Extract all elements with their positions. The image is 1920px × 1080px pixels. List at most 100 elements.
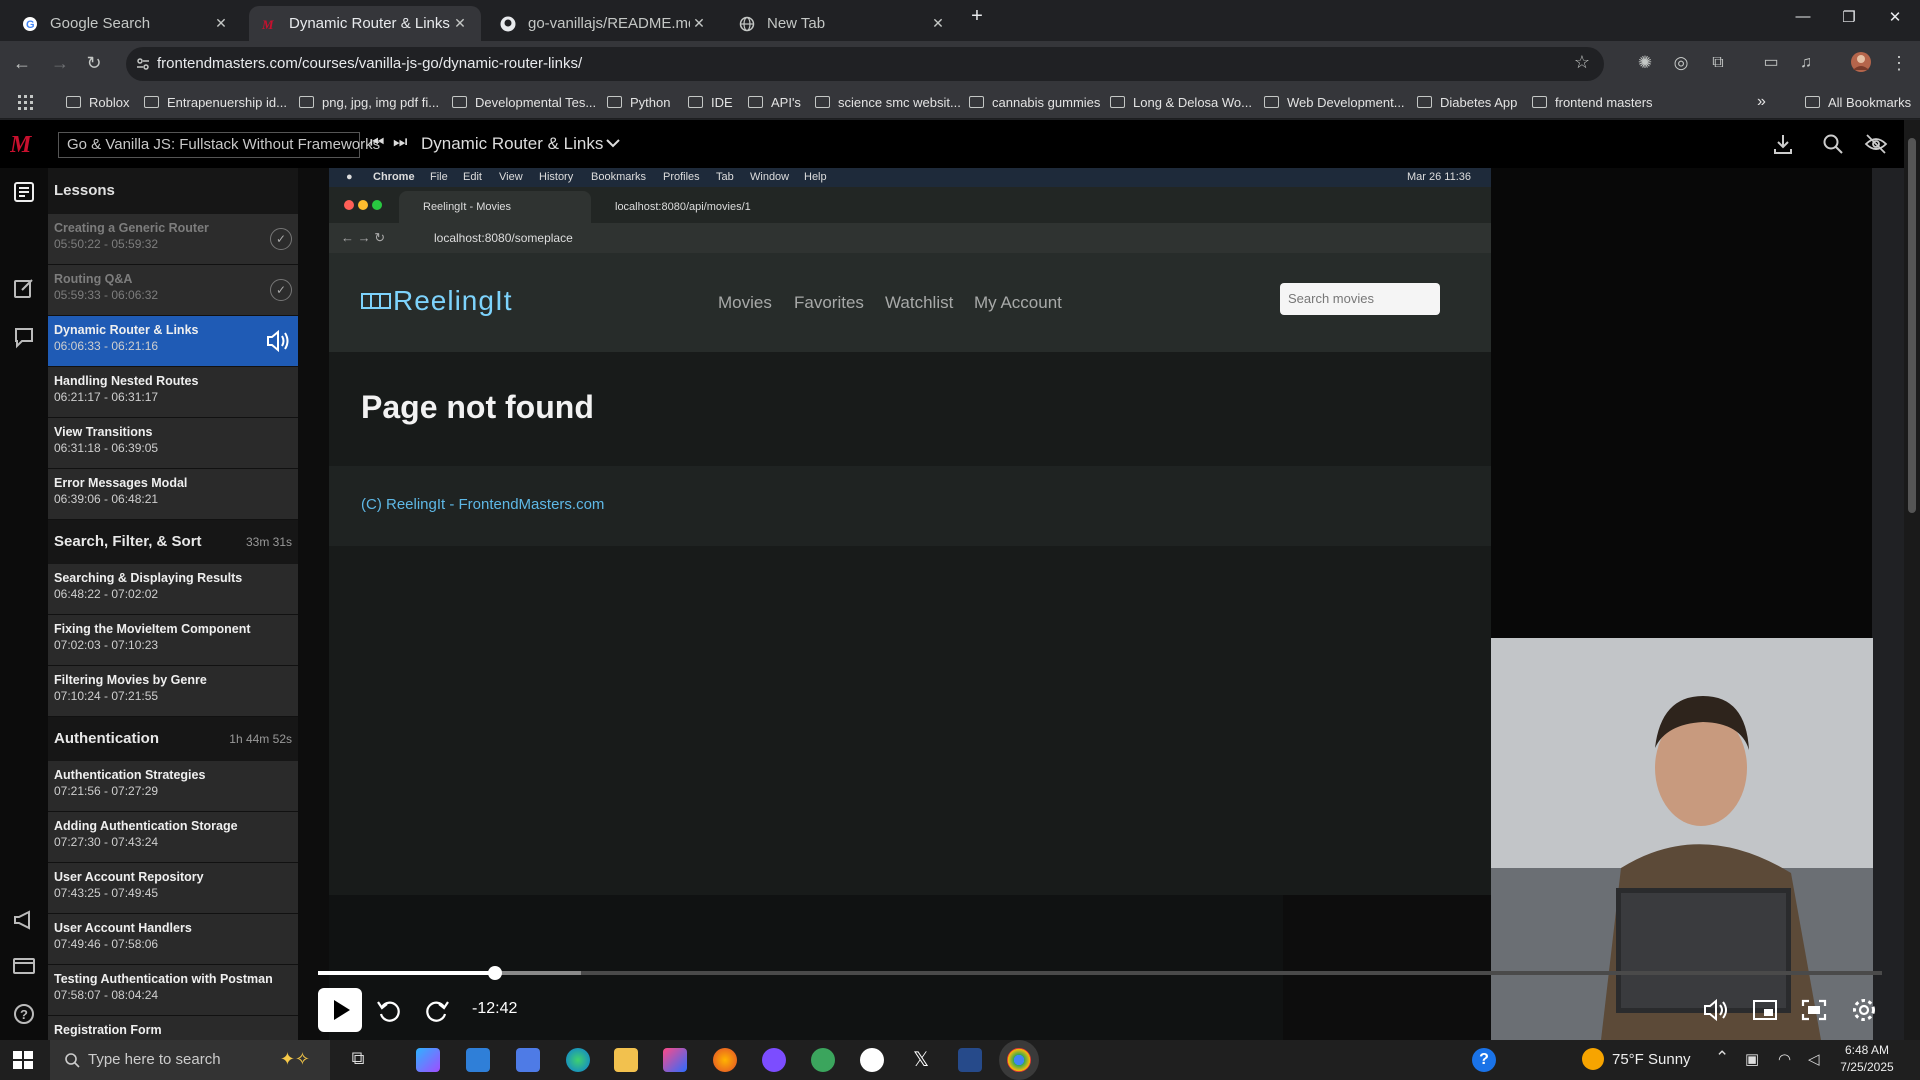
new-tab-plus-icon[interactable]: + [964,5,990,29]
picture-in-picture-icon[interactable] [1752,998,1778,1022]
announcements-megaphone-icon[interactable] [12,908,36,932]
bookmark-folder[interactable]: png, jpg, img pdf fi... [299,91,439,113]
lesson-item[interactable]: Dynamic Router & Links 06:06:33 - 06:21:1… [48,316,298,367]
windows-start-icon[interactable] [13,1051,33,1069]
chat-app-icon[interactable] [811,1048,835,1072]
help-question-icon[interactable]: ? [12,1002,36,1026]
all-bookmarks[interactable]: All Bookmarks [1805,91,1911,113]
chrome-icon[interactable] [1007,1048,1031,1072]
minimize-icon[interactable]: — [1780,8,1826,32]
tab-google-search[interactable]: G Google Search ✕ [10,6,242,41]
lesson-item[interactable]: Filtering Movies by Genre 07:10:24 - 07:2… [48,666,298,717]
copilot-app-icon[interactable] [416,1048,440,1072]
previous-lesson-icon[interactable]: ⏮ [370,134,384,152]
tray-chevron-up-icon[interactable]: ⌃ [1715,1048,1729,1068]
scrollbar-thumb[interactable] [1908,138,1916,513]
firefox-icon[interactable] [713,1048,737,1072]
bookmark-folder[interactable]: API's [748,91,801,113]
fast-forward-icon[interactable] [424,998,450,1024]
lesson-item[interactable]: View Transitions 06:31:18 - 06:39:05 [48,418,298,469]
bookmark-folder[interactable]: Diabetes App [1417,91,1517,113]
download-icon[interactable] [1772,133,1794,155]
help-icon[interactable]: ? [1472,1048,1496,1072]
speaker-icon[interactable]: ◁ [1808,1050,1820,1068]
bookmark-folder[interactable]: Developmental Tes... [452,91,596,113]
terminal-app-icon[interactable] [958,1048,982,1072]
bookmark-folder[interactable]: Roblox [66,91,129,113]
lessons-book-icon[interactable] [12,180,36,204]
clock-date[interactable]: 7/25/2025 [1838,1060,1896,1074]
mail-icon[interactable] [466,1048,490,1072]
tab-dynamic-router[interactable]: M Dynamic Router & Links - Go & ✕ [249,6,481,41]
extensions-puzzle-icon[interactable]: ⧉ [1706,51,1730,75]
more-bookmarks-chevron-icon[interactable]: » [1757,91,1766,113]
file-explorer-icon[interactable] [614,1048,638,1072]
course-title-box[interactable]: Go & Vanilla JS: Fullstack Without Frame… [58,132,380,158]
restore-icon[interactable]: ❐ [1826,8,1872,32]
bookmark-folder[interactable]: Entrapenuership id... [144,91,287,113]
chrome-menu-icon[interactable]: ⋮ [1887,51,1911,75]
forward-icon[interactable]: → [48,51,72,75]
section-header[interactable]: Authentication 1h 44m 52s [48,717,298,761]
next-lesson-icon[interactable]: ⏭ [393,134,407,152]
theater-mode-icon[interactable] [1801,998,1827,1022]
weather-text[interactable]: 75°F Sunny [1612,1051,1691,1068]
lesson-item[interactable]: User Account Repository 07:43:25 - 07:49:… [48,863,298,914]
scrubber-handle[interactable] [487,966,502,980]
edge-icon[interactable] [566,1048,590,1072]
avatar[interactable] [1850,51,1874,75]
hide-eye-icon[interactable] [1864,133,1888,155]
bookmark-folder[interactable]: frontend masters [1532,91,1653,113]
play-button[interactable] [318,988,362,1032]
close-tab-icon[interactable]: ✕ [212,15,230,32]
lesson-item[interactable]: Error Messages Modal 06:39:06 - 06:48:21 [48,469,298,520]
notes-edit-icon[interactable] [12,276,36,300]
game-app-icon[interactable] [762,1048,786,1072]
clock-time[interactable]: 6:48 AM [1838,1043,1896,1057]
lesson-item[interactable]: Routing Q&A 05:59:33 - 06:06:32 ✓ [48,265,298,316]
site-info-icon[interactable] [135,56,151,72]
section-header[interactable]: Search, Filter, & Sort 33m 31s [48,520,298,564]
wifi-icon[interactable]: ◠ [1778,1050,1791,1068]
extension-icon[interactable]: ✺ [1633,51,1657,75]
bookmark-star-icon[interactable]: ☆ [1574,52,1590,73]
address-bar[interactable]: frontendmasters.com/courses/vanilla-js-g… [126,47,1604,81]
frontend-masters-logo[interactable]: M [10,132,38,156]
close-window-icon[interactable]: ✕ [1872,8,1918,32]
media-control-icon[interactable]: ♫ [1794,51,1818,75]
cast-icon[interactable]: ▭ [1759,51,1783,75]
bookmark-folder[interactable]: cannabis gummies [969,91,1100,113]
volume-icon[interactable] [1703,998,1729,1022]
lesson-item[interactable]: User Account Handlers 07:49:46 - 07:58:06 [48,914,298,965]
page-scrollbar[interactable] [1904,120,1920,1040]
lesson-item[interactable]: Handling Nested Routes 06:21:17 - 06:31:1… [48,367,298,418]
search-icon[interactable] [1822,133,1844,155]
task-view-icon[interactable]: ⧉ [346,1048,370,1072]
close-tab-icon[interactable]: ✕ [451,15,469,32]
settings-gear-icon[interactable] [1851,997,1877,1023]
lesson-item[interactable]: Fixing the MovieItem Component 07:02:03 -… [48,615,298,666]
store-icon[interactable] [516,1048,540,1072]
video-progress-bar[interactable] [318,966,1882,980]
github-desktop-icon[interactable] [860,1048,884,1072]
bookmark-folder[interactable]: Python [607,91,670,113]
taskbar-search-box[interactable]: Type here to search ✦✧ [50,1040,330,1080]
close-tab-icon[interactable]: ✕ [690,15,708,32]
rewind-icon[interactable] [376,998,402,1024]
lesson-item[interactable]: Registration Form [48,1016,298,1040]
close-tab-icon[interactable]: ✕ [929,15,947,32]
reload-icon[interactable]: ↻ [82,51,106,75]
lesson-item[interactable]: Authentication Strategies 07:21:56 - 07:2… [48,761,298,812]
microsoft-365-icon[interactable] [663,1048,687,1072]
chevron-down-icon[interactable] [606,138,620,148]
lesson-item[interactable]: Creating a Generic Router 05:50:22 - 05:5… [48,214,298,265]
bookmark-folder[interactable]: IDE [688,91,733,113]
apps-grid-icon[interactable] [18,95,33,110]
x-twitter-icon[interactable]: 𝕏 [909,1048,933,1072]
transcript-icon[interactable] [12,325,36,349]
tab-new-tab[interactable]: New Tab ✕ [727,6,959,41]
bookmark-folder[interactable]: science smc websit... [815,91,961,113]
lesson-item[interactable]: Adding Authentication Storage 07:27:30 - … [48,812,298,863]
back-icon[interactable]: ← [10,51,34,75]
slides-icon[interactable] [12,954,36,978]
